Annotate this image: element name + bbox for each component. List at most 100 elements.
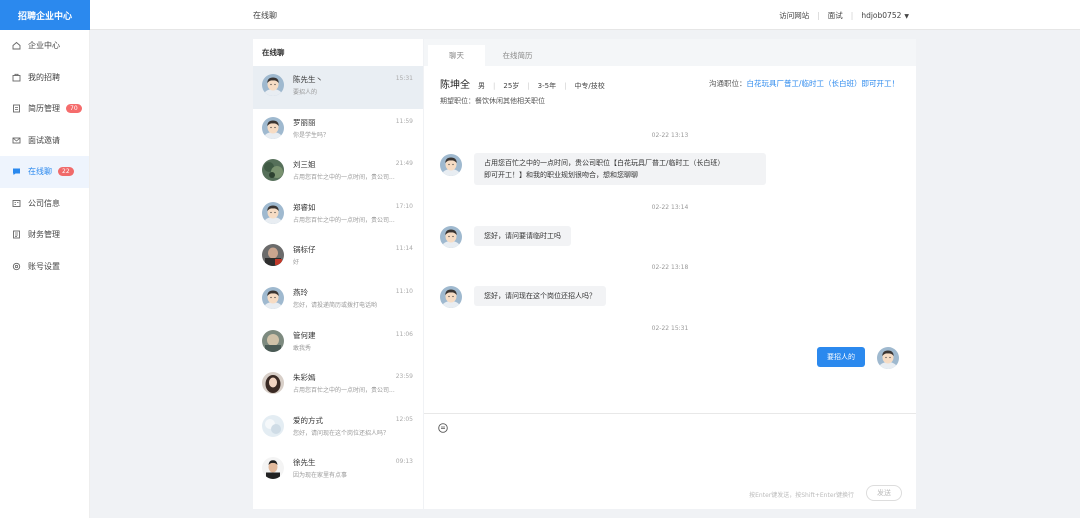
message-preview: 你是学生吗？: [293, 131, 330, 139]
divider: |: [564, 82, 567, 90]
conversation-item[interactable]: 徐先生 09:13 因为现在家里有点事: [253, 449, 423, 492]
avatar: [262, 74, 284, 96]
message-time: 21:49: [395, 160, 413, 168]
input-hint: 按Enter键发送，按Shift+Enter键换行: [749, 492, 854, 499]
conversation-item[interactable]: 爱的方式 12:05 您好，请问现在这个岗位还招人吗？: [253, 407, 423, 450]
conversation-item[interactable]: 陈先生丶 15:31 要招人的: [253, 66, 423, 109]
message-bubble: 您好，请问要请临时工吗: [474, 226, 571, 246]
resume-count-badge: 70: [66, 104, 82, 114]
conversation-item[interactable]: 朱彩嫣 23:59 占用您百忙之中的一点时间，贵公司...: [253, 364, 423, 407]
sidebar-item-online-chat[interactable]: 在线聊 22: [0, 156, 89, 188]
message-bubble-mine: 要招人的: [817, 347, 865, 367]
avatar: [262, 117, 284, 139]
sidebar: 企业中心 我的招聘 简历管理 70 面试邀请 在线聊 22 公司信息 财务管理 …: [0, 30, 90, 518]
brand-logo[interactable]: 招聘企业中心: [0, 0, 90, 30]
message-time: 09:13: [395, 458, 413, 466]
sidebar-item-label: 面试邀请: [28, 135, 60, 145]
sidebar-item-interview[interactable]: 面试邀请: [0, 125, 89, 157]
contact-name: 朱彩嫣: [293, 373, 316, 383]
message-time: 11:59: [395, 117, 413, 125]
contact-name: 罗丽丽: [293, 117, 316, 127]
message-timestamp: 02-22 15:31: [651, 325, 689, 332]
discussed-position: 沟通职位：白花玩具厂普工/临时工（长白班）即可开工！: [709, 78, 899, 89]
avatar: [262, 330, 284, 352]
expected-position: 期望职位：餐饮休闲其他相关职位: [440, 96, 545, 106]
message-time: 11:14: [395, 245, 413, 253]
sidebar-item-account[interactable]: 账号设置: [0, 251, 89, 283]
message-preview: 因为现在家里有点事: [293, 472, 348, 480]
sidebar-item-resume[interactable]: 简历管理 70: [0, 93, 89, 125]
conversation-list-title: 在线聊: [262, 48, 285, 57]
sidebar-item-finance[interactable]: 财务管理: [0, 219, 89, 251]
interview-link[interactable]: 面试: [828, 10, 843, 21]
avatar: [262, 244, 284, 266]
message-preview: 占用您百忙之中的一点时间，贵公司...: [293, 216, 395, 224]
sidebar-item-company-center[interactable]: 企业中心: [0, 30, 89, 62]
divider: |: [817, 11, 820, 20]
message-bubble: 您好，请问现在这个岗位还招人吗？: [474, 286, 606, 306]
divider: |: [493, 82, 496, 90]
contact-name: 陈先生丶: [293, 75, 323, 84]
contact-name: 燕玲: [293, 287, 308, 297]
conversation-item[interactable]: 锅标仔 11:14 好: [253, 236, 423, 279]
contact-name: 爱的方式: [293, 415, 323, 425]
conversation-item[interactable]: 罗丽丽 11:59 你是学生吗？: [253, 109, 423, 152]
top-links: 访问网站 | 面试 | hdjob0752 ▼: [779, 10, 909, 21]
message-preview: 占用您百忙之中的一点时间，贵公司...: [293, 174, 395, 182]
conversation-item[interactable]: 刘三姐 21:49 占用您百忙之中的一点时间，贵公司...: [253, 151, 423, 194]
emoji-icon[interactable]: [438, 423, 448, 433]
home-icon: [12, 41, 21, 50]
contact-name: 陈坤全: [440, 80, 470, 91]
user-menu[interactable]: hdjob0752 ▼: [861, 11, 909, 20]
sidebar-item-label: 我的招聘: [28, 72, 60, 82]
tab-chat[interactable]: 聊天: [428, 45, 485, 66]
finance-icon: [12, 230, 21, 239]
message-preview: 占用您百忙之中的一点时间，贵公司...: [293, 387, 395, 395]
discussed-position-link[interactable]: 白花玩具厂普工/临时工（长白班）即可开工！: [746, 79, 899, 88]
caret-down-icon: ▼: [904, 13, 909, 20]
expected-position-label: 期望职位：: [440, 97, 475, 105]
briefcase-icon: [12, 73, 21, 82]
message-time: 12:05: [395, 415, 413, 423]
avatar: [440, 226, 462, 248]
conversation-item[interactable]: 郑睿如 17:10 占用您百忙之中的一点时间，贵公司...: [253, 194, 423, 237]
sidebar-item-label: 简历管理: [28, 104, 60, 114]
message-time: 11:06: [395, 330, 413, 338]
sidebar-item-label: 账号设置: [28, 261, 60, 271]
avatar: [440, 154, 462, 176]
username: hdjob0752: [861, 11, 902, 20]
sidebar-item-company-info[interactable]: 公司信息: [0, 188, 89, 220]
conversation-item[interactable]: 管何建 11:06 敢我秀: [253, 322, 423, 365]
contact-name: 刘三姐: [293, 160, 316, 170]
avatar: [262, 457, 284, 479]
message-preview: 敢我秀: [293, 344, 312, 352]
contact-name: 郑睿如: [293, 202, 316, 212]
sidebar-item-label: 公司信息: [28, 198, 60, 208]
message-time: 11:10: [395, 287, 413, 295]
visit-site-link[interactable]: 访问网站: [779, 10, 809, 21]
sidebar-item-label: 在线聊: [28, 167, 52, 177]
sidebar-item-label: 财务管理: [28, 230, 60, 240]
message-preview: 您好，请投递简历或拨打电话哟: [293, 301, 378, 309]
sidebar-item-label: 企业中心: [28, 41, 60, 51]
company-icon: [12, 199, 21, 208]
contact-gender: 男: [478, 82, 485, 90]
avatar: [877, 347, 899, 369]
avatar: [262, 415, 284, 437]
input-divider: [424, 413, 916, 414]
conversation-item[interactable]: 燕玲 11:10 您好，请投递简历或拨打电话哟: [253, 279, 423, 322]
conversation-list: 在线聊 陈先生丶 15:31 要招人的 罗丽丽 11:59 你是学生吗？ 刘三姐…: [253, 39, 423, 509]
sidebar-item-my-jobs[interactable]: 我的招聘: [0, 62, 89, 94]
message-text: 占用您百忙之中的一点时间，贵公司职位【白花玩具厂普工/临时工（长白班）: [484, 159, 725, 167]
message-preview: 您好，请问现在这个岗位还招人吗？: [293, 429, 390, 437]
message-time: 23:59: [395, 373, 413, 381]
avatar: [262, 372, 284, 394]
tab-online-resume[interactable]: 在线简历: [489, 45, 546, 66]
message-time: 17:10: [395, 202, 413, 210]
divider: |: [850, 11, 854, 20]
chat-panel: 聊天 在线简历 陈坤全 男 | 25岁 | 3-5年 | 中专/技校 期望职位：…: [424, 39, 916, 509]
chat-icon: [12, 167, 21, 176]
document-icon: [12, 104, 21, 113]
message-time: 15:31: [395, 75, 413, 82]
send-button[interactable]: 发送: [866, 485, 902, 501]
